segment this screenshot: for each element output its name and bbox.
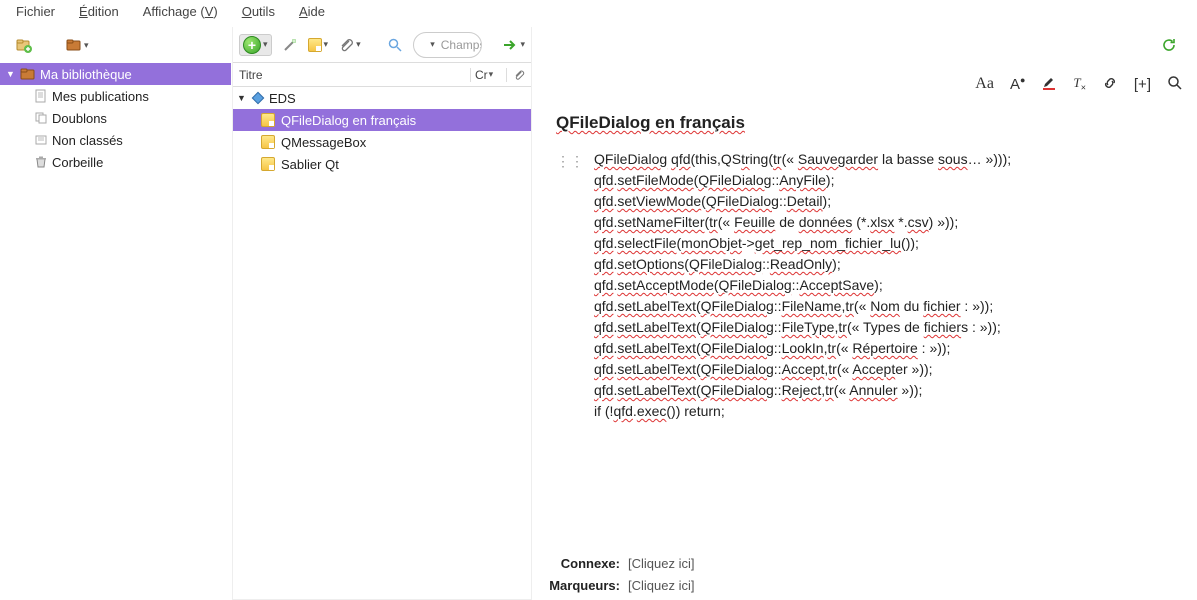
menubar: Fichier Édition Affichage (V) Outils Aid…	[0, 0, 1197, 27]
list-item-label: QMessageBox	[281, 135, 366, 150]
related-tags-label: Marqueurs:	[540, 578, 620, 593]
related-tags-link[interactable]: [Cliquez ici]	[628, 578, 694, 593]
chevron-down-icon: ▾	[263, 39, 268, 50]
paperclip-icon	[513, 69, 525, 81]
chevron-down-icon: ▾	[520, 39, 525, 50]
unfiled-icon	[34, 133, 48, 147]
note-icon	[261, 135, 275, 149]
magnifier-icon	[1167, 75, 1183, 91]
list-item-label: QFileDialog en français	[281, 113, 416, 128]
locate-button[interactable]: ▾	[502, 37, 525, 53]
middle-toolbar: + ▾ ▾ ▾ ▾ Champs & Marqueurs	[233, 27, 531, 63]
note-editor[interactable]: QFileDialog en français ⋮⋮ QFileDialog q…	[532, 99, 1197, 548]
right-panel: Aa A● T× [+] QFileDialog en français ⋮⋮ …	[532, 27, 1197, 600]
clear-format-button[interactable]: T×	[1073, 75, 1086, 93]
page-icon	[34, 89, 48, 103]
editor-toolbar: Aa A● T× [+]	[532, 63, 1197, 99]
sidebar-item-label: Non classés	[52, 133, 123, 148]
find-button[interactable]	[1167, 75, 1183, 94]
item-list-header: Titre Cr▾	[233, 63, 531, 87]
main: ▾ ▼ Ma bibliothèque Mes publications Dou…	[0, 27, 1197, 600]
arrow-right-icon	[502, 37, 518, 53]
sync-icon	[1161, 37, 1177, 53]
text-size-button[interactable]: Aa	[975, 75, 994, 93]
menu-file[interactable]: Fichier	[16, 4, 55, 19]
menu-tools[interactable]: Outils	[242, 4, 275, 19]
related-section: Connexe: [Cliquez ici] Marqueurs: [Cliqu…	[532, 548, 1197, 600]
sidebar-item-duplicates[interactable]: Doublons	[0, 107, 231, 129]
software-icon	[251, 91, 265, 105]
chevron-down-icon: ▾	[356, 39, 361, 50]
sync-button[interactable]	[1157, 33, 1181, 57]
note-icon	[308, 38, 322, 52]
note-title[interactable]: QFileDialog en français	[556, 113, 1173, 133]
library-root[interactable]: ▼ Ma bibliothèque	[0, 63, 231, 85]
chevron-down-icon[interactable]: ▾	[430, 39, 435, 50]
new-library-button[interactable]: ▾	[66, 37, 89, 53]
attach-button[interactable]: ▾	[338, 37, 361, 53]
new-item-button[interactable]: + ▾	[239, 34, 272, 56]
link-icon	[1102, 75, 1118, 91]
chevron-down-icon: ▾	[84, 40, 89, 51]
magnifier-icon	[387, 37, 403, 53]
library-icon	[20, 67, 36, 81]
wand-button[interactable]	[282, 33, 298, 57]
note-body[interactable]: ⋮⋮ QFileDialog qfd(this,QString(tr(« Sau…	[556, 149, 1173, 422]
highlight-icon	[1041, 75, 1057, 91]
twisty-icon[interactable]: ▼	[6, 69, 16, 79]
middle-panel: + ▾ ▾ ▾ ▾ Champs & Marqueurs	[232, 27, 532, 600]
right-global-toolbar	[532, 27, 1197, 63]
advanced-search-button[interactable]	[387, 33, 403, 57]
sidebar-item-label: Doublons	[52, 111, 107, 126]
plus-icon: +	[243, 36, 261, 54]
highlight-button[interactable]	[1041, 75, 1057, 94]
menu-edit[interactable]: Édition	[79, 4, 119, 19]
menu-view[interactable]: Affichage (V)	[143, 4, 218, 19]
list-group-row[interactable]: ▼ EDS	[233, 87, 531, 109]
text-color-button[interactable]: A●	[1010, 75, 1025, 94]
related-connexe-label: Connexe:	[540, 556, 620, 571]
search-placeholder: Champs & Marqueurs	[441, 38, 483, 52]
list-group-label: EDS	[269, 91, 296, 106]
sidebar-item-label: Corbeille	[52, 155, 103, 170]
library-tree[interactable]: ▼ Ma bibliothèque Mes publications Doubl…	[0, 63, 231, 600]
sidebar-item-unfiled[interactable]: Non classés	[0, 129, 231, 151]
related-connexe-link[interactable]: [Cliquez ici]	[628, 556, 694, 571]
list-item[interactable]: QMessageBox	[233, 131, 531, 153]
item-list[interactable]: ▼ EDS QFileDialog en français QMessageBo…	[233, 87, 531, 599]
new-note-button[interactable]: ▾	[308, 38, 329, 52]
chevron-down-icon: ▾	[324, 39, 329, 50]
list-item[interactable]: QFileDialog en français	[233, 109, 531, 131]
list-item-label: Sablier Qt	[281, 157, 339, 172]
list-item[interactable]: Sablier Qt	[233, 153, 531, 175]
insert-button[interactable]: [+]	[1134, 76, 1151, 93]
sidebar-item-label: Mes publications	[52, 89, 149, 104]
note-icon	[261, 113, 275, 127]
column-creator[interactable]: Cr▾	[471, 68, 507, 82]
column-title[interactable]: Titre	[233, 68, 471, 82]
link-button[interactable]	[1102, 75, 1118, 94]
left-toolbar: ▾	[0, 27, 231, 63]
sidebar-item-publications[interactable]: Mes publications	[0, 85, 231, 107]
duplicates-icon	[34, 111, 48, 125]
search-box[interactable]: ▾ Champs & Marqueurs	[413, 32, 482, 58]
left-panel: ▾ ▼ Ma bibliothèque Mes publications Dou…	[0, 27, 232, 600]
trash-icon	[34, 155, 48, 169]
sidebar-item-trash[interactable]: Corbeille	[0, 151, 231, 173]
menu-help[interactable]: Aide	[299, 4, 325, 19]
new-collection-button[interactable]	[12, 33, 36, 57]
paperclip-icon	[338, 37, 354, 53]
drag-handle-icon[interactable]: ⋮⋮	[556, 149, 584, 422]
column-attachment[interactable]	[507, 69, 531, 81]
twisty-icon[interactable]: ▼	[237, 93, 247, 103]
library-root-label: Ma bibliothèque	[40, 67, 132, 82]
note-icon	[261, 157, 275, 171]
